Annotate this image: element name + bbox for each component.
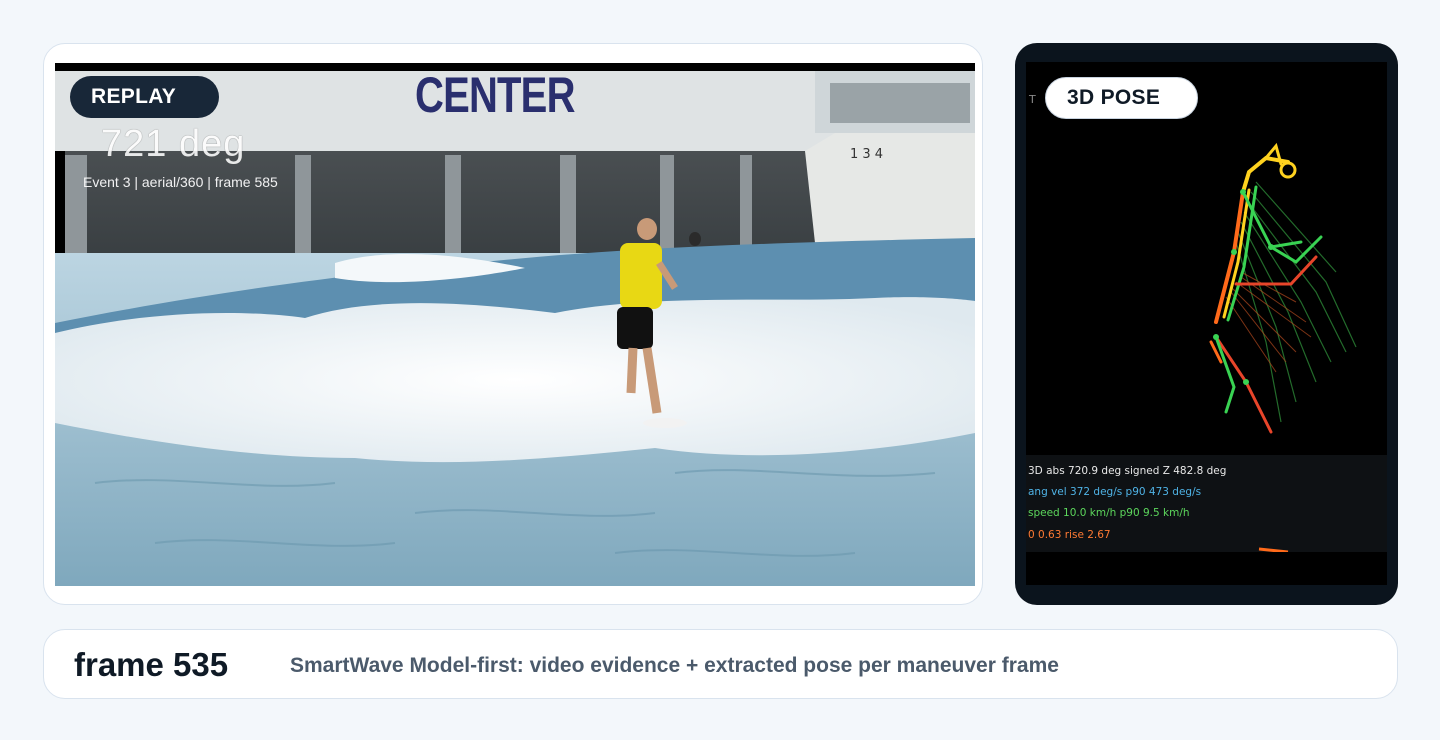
- video-card: 1 3 4 CENTER 721 deg Event 3 | aerial/36…: [43, 43, 983, 605]
- event-overlay-text: Event 3 | aerial/360 | frame 585: [83, 174, 278, 190]
- frame-number-label: frame 535: [74, 646, 229, 683]
- rotation-overlay-text: 721 deg: [101, 123, 246, 165]
- footer-caption: SmartWave Model-first: video evidence + …: [290, 654, 1059, 677]
- skeleton-pose-graphic: T: [1028, 93, 1357, 434]
- pose-badge: 3D POSE: [1045, 77, 1198, 119]
- footer-card: frame 535 SmartWave Model-first: video e…: [43, 629, 1398, 699]
- pose-stats-panel: 3D abs 720.9 deg signed Z 482.8 deg ang …: [1026, 455, 1387, 552]
- svg-text:1 3 4: 1 3 4: [850, 147, 883, 162]
- replay-badge: REPLAY: [70, 76, 219, 118]
- pose-3d-view[interactable]: T 3D abs 720.9 deg signed Z 482.8 deg an…: [1026, 62, 1387, 585]
- pose-card: T 3D abs 720.9 deg signed Z 482.8 deg an…: [1015, 43, 1398, 605]
- video-replay-frame[interactable]: 1 3 4 CENTER 721 deg Event 3 | aerial/36…: [55, 63, 975, 586]
- stats-orange-marker: [1258, 547, 1289, 552]
- svg-text:T: T: [1028, 93, 1036, 106]
- background-sign-text: CENTER: [415, 67, 575, 123]
